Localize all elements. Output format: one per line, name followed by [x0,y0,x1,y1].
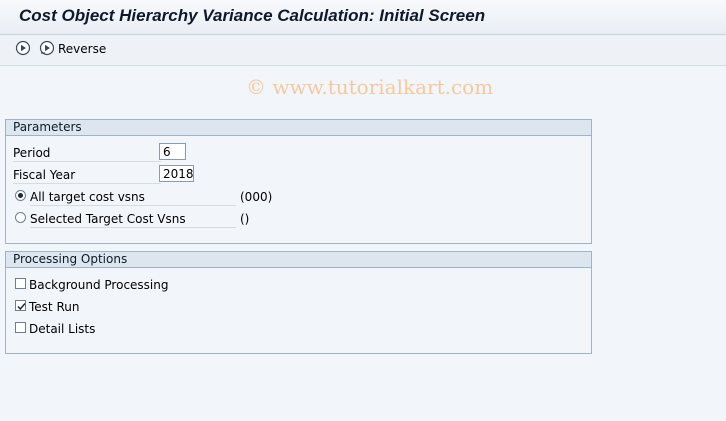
application-toolbar: Reverse © www.tutorialkart.com [0,35,726,99]
selected-target-row: Selected Target Cost Vsns () [6,209,591,229]
test-run-row: Test Run [6,297,591,317]
processing-options-group: Processing Options Background Processing… [5,251,592,354]
fiscal-year-input[interactable]: 2018 [159,165,194,182]
background-processing-row: Background Processing [6,275,591,295]
all-target-value: (000) [240,190,273,204]
reverse-button[interactable]: Reverse [39,40,106,58]
processing-options-group-title: Processing Options [6,252,591,268]
period-label: Period [13,145,161,162]
parameters-group-title: Parameters [6,120,591,136]
page-title: Cost Object Hierarchy Variance Calculati… [19,6,486,25]
period-row: Period 6 [6,143,591,163]
background-processing-label: Background Processing [29,278,169,292]
selected-target-value: () [240,212,250,226]
execute-button[interactable] [15,40,31,58]
detail-lists-row: Detail Lists [6,319,591,339]
detail-lists-label: Detail Lists [29,322,96,336]
reverse-button-label: Reverse [58,42,107,56]
fiscal-year-label: Fiscal Year [13,167,161,184]
detail-lists-checkbox[interactable] [15,322,26,333]
all-target-radio[interactable] [15,190,26,201]
test-run-label: Test Run [29,300,80,314]
all-target-label: All target cost vsns [30,189,236,206]
selected-target-radio[interactable] [15,212,26,223]
fiscal-year-row: Fiscal Year 2018 [6,165,591,185]
reverse-icon [39,40,55,59]
selected-target-label: Selected Target Cost Vsns [30,211,236,228]
checkmark-icon [17,303,26,311]
parameters-group: Parameters Period 6 Fiscal Year 2018 All… [5,119,592,244]
execute-icon [15,40,31,59]
watermark: © www.tutorialkart.com [246,75,494,99]
period-input[interactable]: 6 [159,143,186,160]
background-processing-checkbox[interactable] [15,278,26,289]
title-bar: Cost Object Hierarchy Variance Calculati… [0,0,726,35]
test-run-checkbox[interactable] [15,300,26,311]
all-target-row: All target cost vsns (000) [6,187,591,207]
